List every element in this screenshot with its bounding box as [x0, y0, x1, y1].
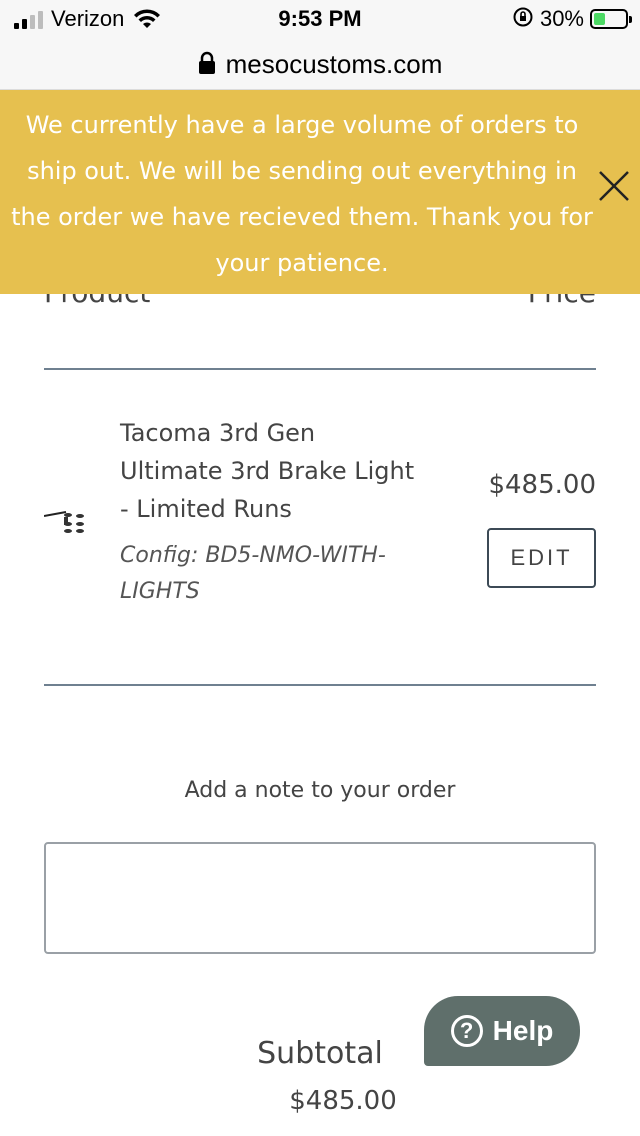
divider — [44, 684, 596, 686]
product-thumbnail[interactable] — [43, 506, 88, 538]
battery-percent: 30% — [539, 6, 584, 31]
orientation-lock-icon — [512, 6, 534, 32]
order-note-label: Add a note to your order — [184, 778, 456, 803]
help-label: Help — [492, 1015, 554, 1046]
announcement-text: We currently have a large volume of orde… — [11, 111, 593, 277]
lock-icon — [198, 51, 216, 79]
help-button[interactable]: ? Help — [424, 996, 580, 1066]
question-icon: ? — [450, 1015, 483, 1047]
announcement-banner: We currently have a large volume of orde… — [0, 90, 640, 294]
subtotal-value: $485.00 — [289, 1086, 397, 1116]
edit-button[interactable]: EDIT — [487, 528, 596, 588]
product-price: $485.00 — [488, 470, 596, 500]
status-bar-right: 30% — [512, 6, 632, 32]
url-text: mesocustoms.com — [225, 49, 443, 79]
order-note-field[interactable] — [44, 842, 596, 954]
address-bar[interactable]: mesocustoms.com — [0, 40, 640, 90]
battery-charging-icon — [590, 9, 632, 29]
close-icon — [599, 171, 629, 201]
product-title[interactable]: Tacoma 3rd Gen Ultimate 3rd Brake Light … — [120, 414, 420, 528]
status-bar: Verizon 9:53 PM 30% — [0, 0, 640, 40]
product-config: Config: BD5-NMO-WITH-LIGHTS — [120, 543, 386, 604]
close-button[interactable] — [596, 168, 632, 204]
divider — [44, 368, 596, 370]
